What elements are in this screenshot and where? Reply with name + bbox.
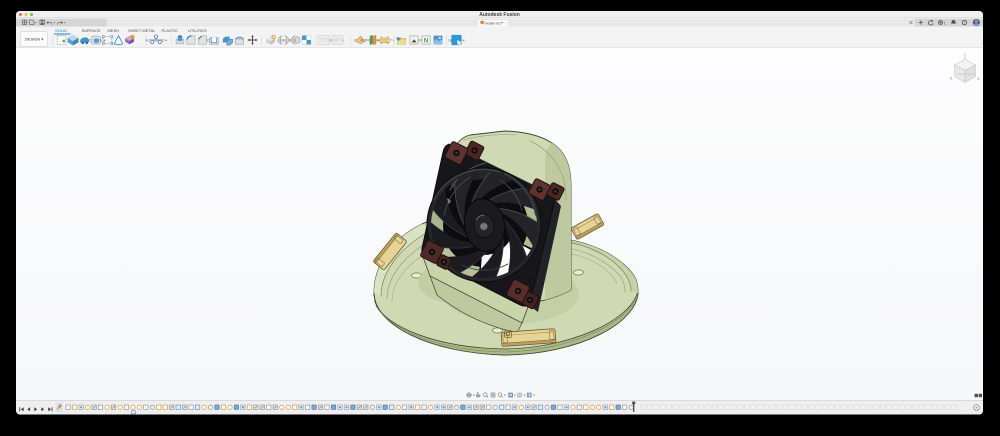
svg-text:RIGHT: RIGHT: [968, 72, 977, 76]
svg-text:N: N: [424, 38, 429, 45]
svg-text:X: X: [977, 77, 980, 81]
svg-text:FRONT: FRONT: [957, 72, 967, 76]
svg-text:?: ?: [963, 21, 965, 25]
svg-text:Z: Z: [950, 77, 953, 81]
svg-text:1: 1: [944, 21, 947, 26]
